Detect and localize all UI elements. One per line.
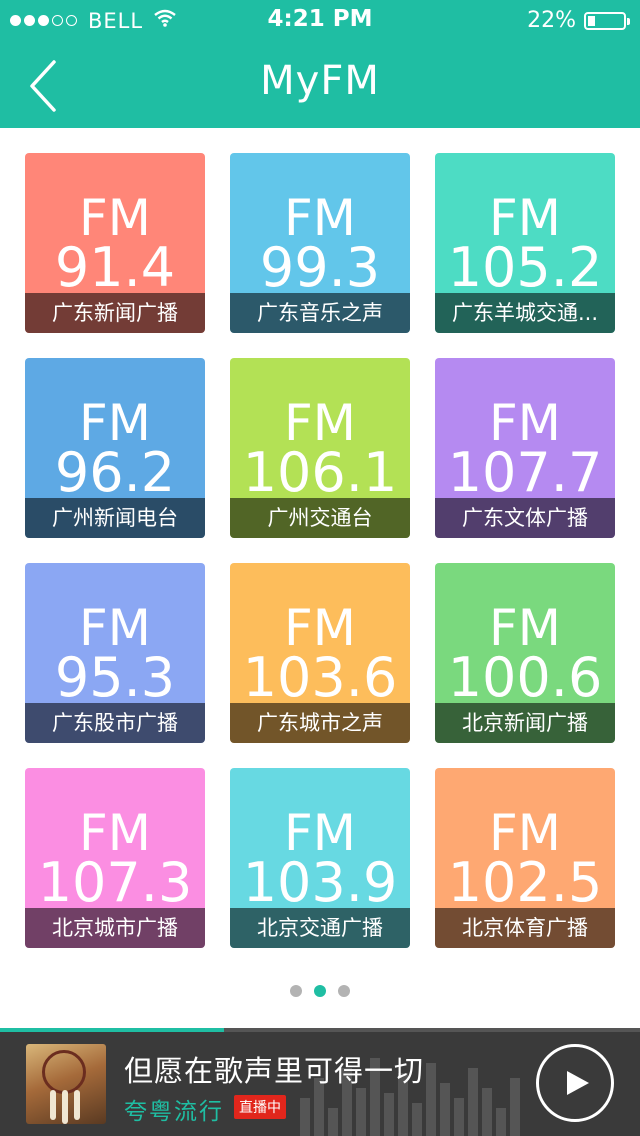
station-frequency: 105.2 bbox=[447, 236, 603, 299]
station-tile[interactable]: FM 102.5 北京体育广播 bbox=[435, 768, 615, 948]
station-name: 广州交通台 bbox=[230, 498, 410, 538]
station-frequency: 91.4 bbox=[54, 236, 176, 299]
station-tile[interactable]: FM 96.2 广州新闻电台 bbox=[25, 358, 205, 538]
station-label: 夸粤流行 bbox=[124, 1099, 224, 1125]
page-dot[interactable] bbox=[314, 985, 326, 997]
station-frequency: 103.6 bbox=[242, 646, 398, 709]
station-tile[interactable]: FM 107.7 广东文体广播 bbox=[435, 358, 615, 538]
battery-icon bbox=[584, 11, 630, 30]
play-button[interactable] bbox=[536, 1044, 614, 1122]
progress-track[interactable] bbox=[0, 1028, 640, 1032]
station-grid: FM 91.4 广东新闻广播 FM 99.3 广东音乐之声 FM 105.2 广东羊城交通...… bbox=[25, 153, 615, 948]
station-tile[interactable]: FM 100.6 北京新闻广播 bbox=[435, 563, 615, 743]
page-dot[interactable] bbox=[338, 985, 350, 997]
song-title: 但愿在歌声里可得一切 bbox=[124, 1054, 425, 1088]
station-name: 广东股市广播 bbox=[25, 703, 205, 743]
station-name: 广东音乐之声 bbox=[230, 293, 410, 333]
page-title: MyFM bbox=[260, 58, 380, 104]
station-tile[interactable]: FM 105.2 广东羊城交通... bbox=[435, 153, 615, 333]
station-frequency: 106.1 bbox=[242, 441, 398, 504]
station-name: 北京新闻广播 bbox=[435, 703, 615, 743]
station-frequency: 103.9 bbox=[242, 851, 398, 914]
station-tile[interactable]: FM 106.1 广州交通台 bbox=[230, 358, 410, 538]
now-playing-bar: 但愿在歌声里可得一切 夸粤流行 直播中 bbox=[0, 1028, 640, 1136]
play-icon bbox=[567, 1071, 589, 1095]
progress-fill bbox=[0, 1028, 224, 1032]
status-bar: BELL 4:21 PM 22% bbox=[0, 0, 640, 40]
station-name: 广东文体广播 bbox=[435, 498, 615, 538]
station-name: 北京交通广播 bbox=[230, 908, 410, 948]
feather-icon bbox=[74, 1090, 80, 1120]
live-badge: 直播中 bbox=[234, 1095, 286, 1119]
station-frequency: 107.7 bbox=[447, 441, 603, 504]
app-header: BELL 4:21 PM 22% MyFM bbox=[0, 0, 640, 128]
station-name: 广东新闻广播 bbox=[25, 293, 205, 333]
page-indicator bbox=[0, 985, 640, 997]
battery-status: 22% bbox=[527, 8, 630, 33]
station-frequency: 107.3 bbox=[37, 851, 193, 914]
station-frequency: 100.6 bbox=[447, 646, 603, 709]
feather-icon bbox=[62, 1090, 68, 1124]
feather-icon bbox=[50, 1090, 56, 1120]
station-tile[interactable]: FM 95.3 广东股市广播 bbox=[25, 563, 205, 743]
dreamcatcher-ring-icon bbox=[42, 1050, 86, 1094]
station-tile[interactable]: FM 91.4 广东新闻广播 bbox=[25, 153, 205, 333]
station-name: 北京城市广播 bbox=[25, 908, 205, 948]
station-name: 广东羊城交通... bbox=[435, 293, 615, 333]
station-name: 广州新闻电台 bbox=[25, 498, 205, 538]
station-frequency: 95.3 bbox=[54, 646, 176, 709]
station-tile[interactable]: FM 103.6 广东城市之声 bbox=[230, 563, 410, 743]
station-frequency: 99.3 bbox=[259, 236, 381, 299]
battery-percent: 22% bbox=[527, 8, 576, 33]
station-frequency: 102.5 bbox=[447, 851, 603, 914]
page-dot[interactable] bbox=[290, 985, 302, 997]
station-tile[interactable]: FM 107.3 北京城市广播 bbox=[25, 768, 205, 948]
station-name: 广东城市之声 bbox=[230, 703, 410, 743]
station-tile[interactable]: FM 99.3 广东音乐之声 bbox=[230, 153, 410, 333]
station-tile[interactable]: FM 103.9 北京交通广播 bbox=[230, 768, 410, 948]
album-cover[interactable] bbox=[26, 1044, 106, 1124]
station-name: 北京体育广播 bbox=[435, 908, 615, 948]
station-frequency: 96.2 bbox=[54, 441, 176, 504]
